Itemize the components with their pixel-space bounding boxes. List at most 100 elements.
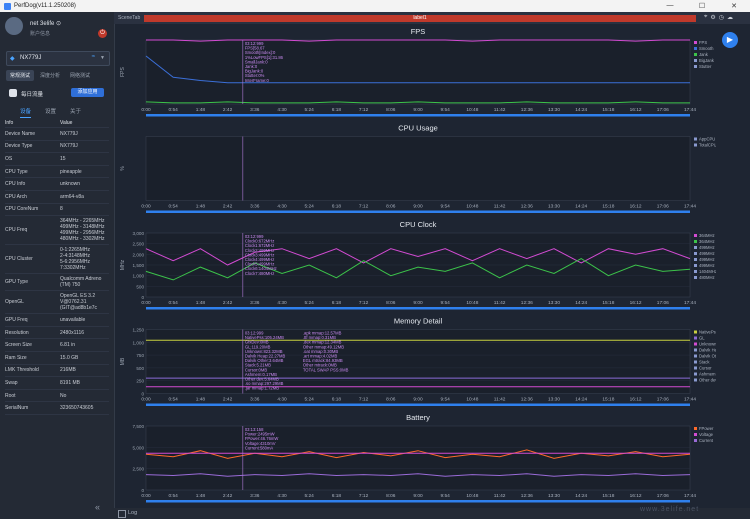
y-tick-label: 2,500 bbox=[133, 467, 145, 472]
legend-swatch bbox=[694, 258, 697, 261]
scene-bar: SceneTab label1 ⌖ ⚙ ◷ ☁ bbox=[114, 12, 750, 24]
device-info-table: Info Value Device Name NX779J Device Type NX7… bbox=[5, 118, 109, 415]
info-key: CPU Arch bbox=[5, 190, 60, 204]
table-row: CPU Info unknown bbox=[5, 177, 109, 191]
legend-item: 499MHz bbox=[699, 251, 715, 256]
x-tick-label: 12:36 bbox=[521, 493, 533, 499]
legend-swatch bbox=[694, 264, 697, 267]
info-value: 6.81 in bbox=[60, 338, 109, 352]
y-tick-label: 750 bbox=[136, 353, 144, 358]
y-tick-label: 500 bbox=[136, 366, 144, 371]
legend-item: NativePss bbox=[699, 330, 716, 335]
tab-device[interactable]: 设备 bbox=[20, 107, 32, 118]
table-row: CPU CoreNum 8 bbox=[5, 203, 109, 217]
time-scrollbar bbox=[146, 114, 690, 117]
location-icon[interactable]: ⌖ bbox=[704, 14, 707, 21]
collapse-sidebar-icon[interactable]: « bbox=[95, 502, 100, 512]
maximize-button[interactable]: ☐ bbox=[686, 2, 718, 10]
legend-swatch bbox=[694, 240, 697, 243]
chart-panel: CPU Usage% 0:00 0:54 1:48 2:42 3:36 4:30 5:24 6:… bbox=[120, 124, 716, 213]
app-selector[interactable]: 每日流量 添加应用 bbox=[6, 87, 108, 100]
x-tick-label: 16:12 bbox=[630, 204, 642, 210]
x-tick-label: 6:18 bbox=[332, 107, 342, 113]
x-tick-label: 5:24 bbox=[305, 107, 315, 113]
x-tick-label: 1:48 bbox=[196, 493, 206, 499]
table-row: Device Name NX779J bbox=[5, 127, 109, 141]
x-tick-label: 7:12 bbox=[359, 204, 369, 210]
info-tabs: 设备 设置 关于 bbox=[20, 107, 81, 118]
x-tick-label: 3:36 bbox=[250, 107, 260, 113]
table-row: Root No bbox=[5, 389, 109, 403]
x-tick-label: 17:06 bbox=[657, 204, 669, 210]
window-title: PerfDog(v11.1.250208) bbox=[14, 3, 76, 9]
cloud-icon[interactable]: ☁ bbox=[727, 14, 733, 21]
info-value: arm64-v8a bbox=[60, 190, 109, 204]
legend-swatch bbox=[694, 427, 697, 430]
legend-item: GL bbox=[699, 336, 705, 341]
x-tick-label: 11:42 bbox=[494, 204, 506, 210]
x-tick-label: 11:42 bbox=[494, 493, 506, 499]
chart-panel: Memory Detail MB 1,250 1,000 750 500 250 00:00 0… bbox=[120, 317, 716, 406]
x-tick-label: 7:12 bbox=[359, 300, 369, 306]
logout-icon[interactable]: ⏻ bbox=[98, 29, 107, 38]
performance-charts[interactable]: FPS FPS 0:00 0:54 1:48 2:42 3:36 4:30 5:24 6:18 7:… bbox=[118, 24, 716, 508]
device-selector[interactable]: ◆ NX779J ≈ ▼ bbox=[6, 51, 110, 66]
table-row: Resolution 2480x1116 bbox=[5, 326, 109, 340]
x-tick-label: 6:18 bbox=[332, 397, 342, 403]
legend-swatch bbox=[694, 433, 697, 436]
info-key: OS bbox=[5, 152, 60, 166]
x-tick-label: 3:36 bbox=[250, 493, 260, 499]
add-app-button[interactable]: 添加应用 bbox=[71, 88, 104, 97]
x-tick-label: 8:06 bbox=[386, 204, 396, 210]
y-tick-label: 0 bbox=[141, 392, 144, 397]
info-value: 15 bbox=[60, 152, 109, 166]
legend-item: Dalvik Other bbox=[699, 354, 716, 359]
cursor-readout: Current:580mA bbox=[245, 445, 274, 450]
chart-title: FPS bbox=[411, 27, 426, 36]
tab-deep-analysis[interactable]: 深度分析 bbox=[36, 70, 64, 81]
x-tick-label: 15:18 bbox=[602, 107, 614, 113]
x-tick-label: 9:00 bbox=[413, 300, 423, 306]
legend-item: 499MHz bbox=[699, 245, 715, 250]
close-button[interactable]: ✕ bbox=[718, 2, 750, 10]
tab-about[interactable]: 关于 bbox=[70, 107, 81, 118]
tab-normal-test[interactable]: 常规测试 bbox=[6, 70, 35, 81]
log-label: Log bbox=[128, 510, 138, 516]
settings-icon[interactable]: ⚙ bbox=[710, 14, 715, 21]
legend-swatch bbox=[694, 53, 697, 56]
tab-network-test[interactable]: 网络测试 bbox=[66, 70, 94, 81]
x-tick-label: 16:12 bbox=[630, 493, 642, 499]
avatar[interactable] bbox=[5, 17, 23, 35]
app-icon bbox=[9, 89, 17, 97]
table-row: Device Type NX779J bbox=[5, 140, 109, 154]
info-value: unavailable bbox=[60, 313, 109, 327]
legend-item: Ashmem bbox=[699, 372, 716, 377]
chart-title: Battery bbox=[406, 413, 430, 422]
tab-settings[interactable]: 设置 bbox=[45, 107, 56, 118]
x-tick-label: 11:42 bbox=[494, 397, 506, 403]
y-tick-label: 3,000 bbox=[133, 231, 145, 236]
x-tick-label: 14:24 bbox=[575, 204, 587, 210]
legend-item: Stack bbox=[699, 360, 710, 365]
minimize-button[interactable]: — bbox=[654, 2, 686, 10]
legend-swatch bbox=[694, 336, 697, 340]
legend-item: Cursor bbox=[699, 366, 712, 371]
toolbar-icons: ⌖ ⚙ ◷ ☁ bbox=[704, 14, 733, 21]
play-button[interactable]: ▶ bbox=[722, 32, 738, 48]
legend-swatch bbox=[694, 360, 697, 364]
account-info-link[interactable]: 账户信息 bbox=[30, 30, 50, 37]
scene-tab[interactable]: SceneTab bbox=[118, 15, 140, 21]
info-key: CPU Type bbox=[5, 165, 60, 179]
clock-icon[interactable]: ◷ bbox=[719, 14, 724, 21]
table-row: CPU Arch arm64-v8a bbox=[5, 190, 109, 204]
info-key: Device Name bbox=[5, 127, 60, 141]
info-key: Resolution bbox=[5, 326, 60, 340]
x-tick-label: 2:42 bbox=[223, 493, 233, 499]
table-row: Swap 8191 MB bbox=[5, 376, 109, 390]
watermark: www.3elife.net bbox=[640, 506, 700, 513]
x-tick-label: 9:54 bbox=[441, 397, 451, 403]
legend-swatch bbox=[694, 65, 697, 68]
legend-item: Smooth bbox=[699, 46, 714, 51]
log-checkbox[interactable] bbox=[118, 510, 126, 518]
scene-label-bar[interactable]: label1 bbox=[144, 15, 696, 22]
